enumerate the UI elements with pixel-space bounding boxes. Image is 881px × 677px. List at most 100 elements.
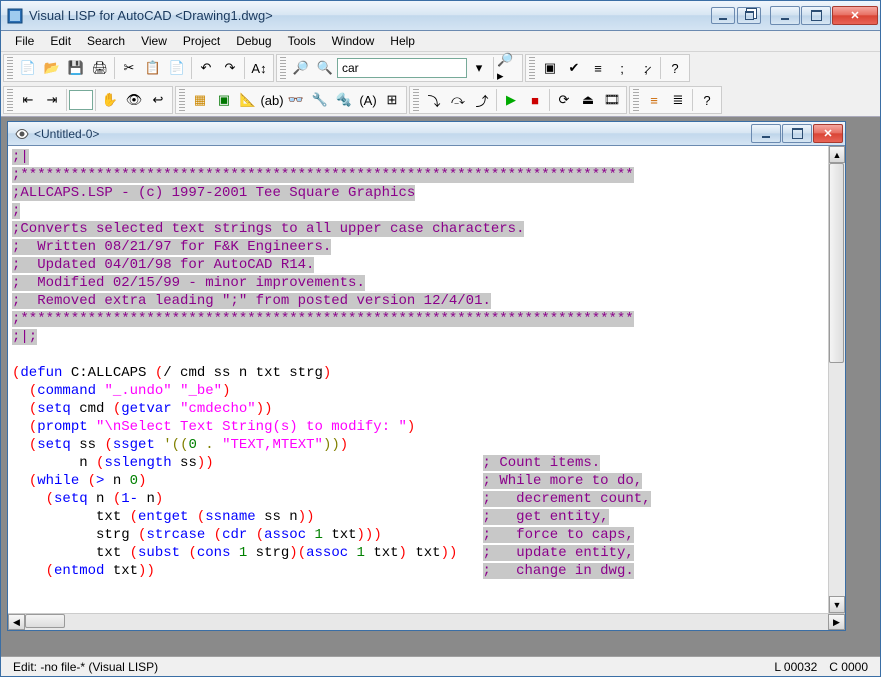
scroll-track[interactable]: [829, 163, 845, 596]
symbol-service-icon[interactable]: ⊞: [380, 88, 404, 112]
horizontal-scrollbar[interactable]: ◀ ▶: [8, 613, 845, 630]
indent-left-icon[interactable]: ⇤: [16, 88, 40, 112]
vlisp-console-icon[interactable]: ≡: [642, 88, 666, 112]
toolbar-run: ⤵ ⤼ ⤴ ▶ ■ ⟳ ⏏ 🎞: [409, 86, 627, 114]
app-icon: [7, 8, 23, 24]
cut-icon[interactable]: ✂: [117, 56, 141, 80]
search-input[interactable]: [337, 58, 467, 78]
toolbar-grip[interactable]: [633, 89, 639, 111]
toolbar-view: ⇤ ⇥ ✋ 👁 ↩: [3, 86, 173, 114]
toggle-trace-icon[interactable]: 👁: [122, 88, 146, 112]
apropos-icon[interactable]: 🔧: [308, 88, 332, 112]
copy-icon[interactable]: 📋: [141, 56, 165, 80]
step-over-icon[interactable]: ⤼: [446, 88, 470, 112]
help-icon[interactable]: ?: [663, 56, 687, 80]
inspect-icon[interactable]: 🔩: [332, 88, 356, 112]
scroll-track[interactable]: [25, 614, 828, 630]
gutter-restore-button[interactable]: [737, 7, 761, 24]
gutter-minimize-button[interactable]: [711, 7, 735, 24]
find-next-icon[interactable]: 🔎▸: [496, 56, 520, 80]
toolbar-grip[interactable]: [413, 89, 419, 111]
check-edit-icon[interactable]: ▣: [212, 88, 236, 112]
statusbar: Edit: -no file-* (Visual LISP) L 00032 C…: [1, 656, 880, 676]
indent-size-input[interactable]: [69, 90, 93, 110]
menu-project[interactable]: Project: [175, 32, 228, 50]
toolbars: 📄 📂 💾 🖨 ✂ 📋 📄 ↶ ↷ A↕ 🔎 🔍 ▾ 🔎▸ ▣: [1, 52, 880, 117]
load-selection-icon[interactable]: ▣: [538, 56, 562, 80]
code-editor[interactable]: ;|;*************************************…: [8, 146, 845, 613]
menu-tools[interactable]: Tools: [280, 32, 324, 50]
print-icon[interactable]: 🖨: [88, 56, 112, 80]
main-window: Visual LISP for AutoCAD <Drawing1.dwg> F…: [0, 0, 881, 677]
undo-icon[interactable]: ↶: [194, 56, 218, 80]
toolbar-grip[interactable]: [179, 89, 185, 111]
trace-icon[interactable]: (A): [356, 88, 380, 112]
breakpoint-icon[interactable]: ✋: [98, 88, 122, 112]
menu-edit[interactable]: Edit: [42, 32, 79, 50]
editor-window: <Untitled-0> ;|;************************…: [7, 121, 846, 631]
trace-stack-icon[interactable]: ≣: [666, 88, 690, 112]
indent-right-icon[interactable]: ⇥: [40, 88, 64, 112]
step-into-icon[interactable]: ⤵: [422, 88, 446, 112]
menu-debug[interactable]: Debug: [228, 32, 279, 50]
comment-block-icon[interactable]: ;: [610, 56, 634, 80]
close-button[interactable]: [832, 6, 878, 25]
toolbar-debug: ▦ ▣ 📐 (ab) 👓 🔧 🔩 (A) ⊞: [175, 86, 407, 114]
status-left: Edit: -no file-* (Visual LISP): [7, 660, 768, 674]
continue-icon[interactable]: ▶: [499, 88, 523, 112]
find-icon[interactable]: 🔎: [289, 56, 313, 80]
complete-word-icon[interactable]: A↕: [247, 56, 271, 80]
save-icon[interactable]: 💾: [64, 56, 88, 80]
menubar: File Edit Search View Project Debug Tool…: [1, 31, 880, 52]
minimize-button[interactable]: [770, 6, 800, 25]
toolbar-grip[interactable]: [7, 57, 13, 79]
scroll-thumb[interactable]: [25, 614, 65, 628]
watch-icon[interactable]: 👓: [284, 88, 308, 112]
find-toggle-icon[interactable]: 🔍: [313, 56, 337, 80]
format-selection-icon[interactable]: ≡: [586, 56, 610, 80]
titlebar[interactable]: Visual LISP for AutoCAD <Drawing1.dwg>: [1, 1, 880, 31]
editor-close-button[interactable]: [813, 124, 843, 143]
error-trace-icon[interactable]: ?: [695, 88, 719, 112]
menu-help[interactable]: Help: [382, 32, 423, 50]
editor-title: <Untitled-0>: [34, 127, 750, 141]
editor-maximize-button[interactable]: [782, 124, 812, 143]
scroll-up-arrow-icon[interactable]: ▲: [829, 146, 845, 163]
editor-titlebar[interactable]: <Untitled-0>: [8, 122, 845, 146]
scroll-down-arrow-icon[interactable]: ▼: [829, 596, 845, 613]
vertical-scrollbar[interactable]: ▲ ▼: [828, 146, 845, 613]
document-icon: [14, 126, 30, 142]
stop-icon[interactable]: ■: [523, 88, 547, 112]
scroll-left-arrow-icon[interactable]: ◀: [8, 614, 25, 630]
toolbar-search: 🔎 🔍 ▾ 🔎▸: [276, 54, 523, 82]
toolbar-tools: ▣ ✔ ≡ ; ;̷ ?: [525, 54, 690, 82]
menu-file[interactable]: File: [7, 32, 42, 50]
select-window-icon[interactable]: (ab): [260, 88, 284, 112]
check-selection-icon[interactable]: ✔: [562, 56, 586, 80]
reset-icon[interactable]: ⟳: [552, 88, 576, 112]
scroll-thumb[interactable]: [829, 163, 844, 363]
status-col: C 0000: [823, 660, 874, 674]
animate-icon[interactable]: 🎞: [600, 88, 624, 112]
open-file-icon[interactable]: 📂: [40, 56, 64, 80]
scroll-right-arrow-icon[interactable]: ▶: [828, 614, 845, 630]
toolbar-grip[interactable]: [529, 57, 535, 79]
editor-minimize-button[interactable]: [751, 124, 781, 143]
new-file-icon[interactable]: 📄: [16, 56, 40, 80]
redo-icon[interactable]: ↷: [218, 56, 242, 80]
menu-search[interactable]: Search: [79, 32, 133, 50]
menu-view[interactable]: View: [133, 32, 175, 50]
uncomment-block-icon[interactable]: ;̷: [634, 56, 658, 80]
status-line: L 00032: [768, 660, 823, 674]
dropdown-icon[interactable]: ▾: [467, 56, 491, 80]
load-active-icon[interactable]: ▦: [188, 88, 212, 112]
activate-acad-icon[interactable]: 📐: [236, 88, 260, 112]
quit-icon[interactable]: ⏏: [576, 88, 600, 112]
paste-icon[interactable]: 📄: [165, 56, 189, 80]
menu-window[interactable]: Window: [324, 32, 383, 50]
last-break-icon[interactable]: ↩: [146, 88, 170, 112]
toolbar-grip[interactable]: [7, 89, 13, 111]
maximize-button[interactable]: [801, 6, 831, 25]
step-out-icon[interactable]: ⤴: [470, 88, 494, 112]
toolbar-grip[interactable]: [280, 57, 286, 79]
